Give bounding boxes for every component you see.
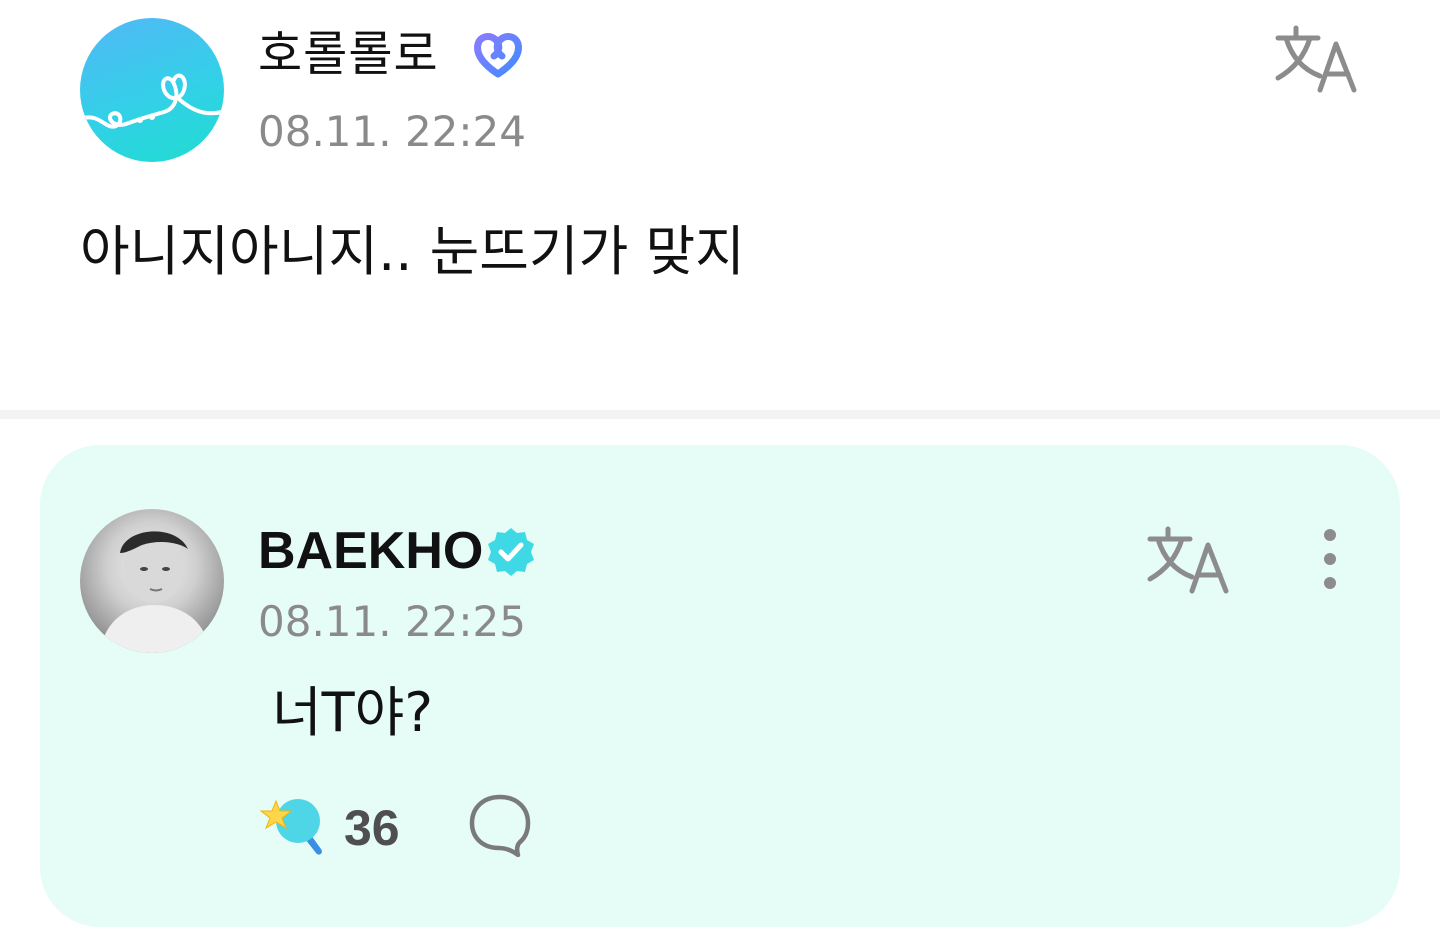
translate-icon[interactable]	[1146, 525, 1234, 597]
post: 호롤롤로 08.11. 22:24 아니지아니지.. 눈뜨기가 맞지	[0, 0, 1440, 410]
reaction-count: 36	[344, 800, 400, 856]
more-options-icon[interactable]	[1308, 527, 1352, 591]
reply-card: BAEKHO 08.11. 22:25 너T야? 36	[40, 445, 1400, 927]
reply-timestamp: 08.11. 22:25	[258, 597, 526, 646]
section-divider	[0, 410, 1440, 419]
star-lightstick-icon[interactable]	[258, 793, 328, 859]
post-author-avatar[interactable]	[80, 18, 224, 162]
heart-link-badge-icon	[470, 26, 526, 82]
post-body: 아니지아니지.. 눈뜨기가 맞지	[80, 220, 745, 283]
reply-author-name[interactable]: BAEKHO	[258, 523, 483, 579]
reply-author-avatar[interactable]	[80, 509, 224, 653]
verified-badge-icon	[484, 525, 538, 579]
page: 호롤롤로 08.11. 22:24 아니지아니지.. 눈뜨기가 맞지 BAEKH…	[0, 0, 1440, 948]
post-timestamp: 08.11. 22:24	[258, 107, 526, 156]
heart-string-logo-icon	[82, 73, 224, 129]
profile-photo	[100, 531, 210, 653]
post-author-name[interactable]: 호롤롤로	[258, 26, 439, 82]
reply-body: 너T야?	[272, 681, 434, 744]
comment-bubble-icon[interactable]	[468, 793, 532, 857]
translate-icon[interactable]	[1274, 24, 1362, 96]
